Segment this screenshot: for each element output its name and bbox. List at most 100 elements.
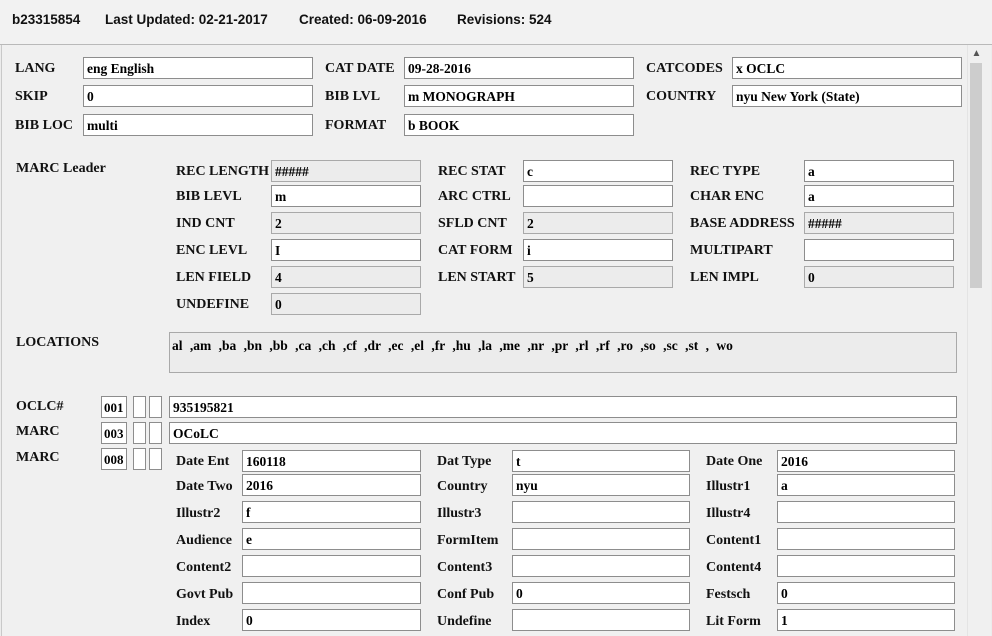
f008-festsch-field[interactable]: 0 <box>777 582 955 604</box>
enc-levl-field[interactable]: I <box>271 239 421 261</box>
record-id: b23315854 <box>12 12 81 27</box>
f008-content1-field[interactable] <box>777 528 955 550</box>
len-start-label: LEN START <box>438 270 516 285</box>
f008-date-ent-field[interactable]: 160118 <box>242 450 421 472</box>
f008-label-audience: Audience <box>176 533 232 548</box>
f008-illustr3-field[interactable] <box>512 501 690 523</box>
locations-list: al ,am ,ba ,bn ,bb ,ca ,ch ,cf ,dr ,ec ,… <box>169 332 957 373</box>
f008-label-conf-pub: Conf Pub <box>437 587 495 602</box>
cat-form-label: CAT FORM <box>438 243 513 258</box>
marc-field-003-value[interactable]: OCoLC <box>169 422 957 444</box>
multipart-label: MULTIPART <box>690 243 773 258</box>
bib-levl-field[interactable]: m <box>271 185 421 207</box>
ind-cnt-label: IND CNT <box>176 216 235 231</box>
f008-label-content2: Content2 <box>176 560 232 575</box>
bib-loc-field[interactable]: multi <box>83 114 313 136</box>
rec-length-field: ##### <box>271 160 421 182</box>
last-updated: Last Updated: 02-21-2017 <box>105 12 268 27</box>
bib-levl-label: BIB LEVL <box>176 189 242 204</box>
f008-label-lit-form: Lit Form <box>706 614 761 629</box>
f008-date-two-field[interactable]: 2016 <box>242 474 421 496</box>
sfld-cnt-label: SFLD CNT <box>438 216 507 231</box>
indicator-2[interactable] <box>149 396 162 418</box>
chevron-up-icon[interactable]: ▲ <box>968 47 985 61</box>
f008-dat-type-field[interactable]: t <box>512 450 690 472</box>
vertical-scrollbar[interactable]: ▲ <box>967 45 985 636</box>
len-impl-label: LEN IMPL <box>690 270 759 285</box>
arc-ctrl-label: ARC CTRL <box>438 189 511 204</box>
f008-undefine-field[interactable] <box>512 609 690 631</box>
rec-length-label: REC LENGTH <box>176 164 269 179</box>
created-date: Created: 06-09-2016 <box>299 12 427 27</box>
marc-tag-008[interactable]: 008 <box>101 448 127 470</box>
f008-illustr2-field[interactable]: f <box>242 501 421 523</box>
rec-type-label: REC TYPE <box>690 164 761 179</box>
undefine-label: UNDEFINE <box>176 297 250 312</box>
country-label: COUNTRY <box>646 89 717 104</box>
multipart-field[interactable] <box>804 239 954 261</box>
marc-field-label-003: MARC <box>16 424 60 439</box>
len-impl-field: 0 <box>804 266 954 288</box>
cat-date-field[interactable]: 09-28-2016 <box>404 57 634 79</box>
catcodes-label: CATCODES <box>646 61 723 76</box>
f008-label-country: Country <box>437 479 488 494</box>
skip-label: SKIP <box>15 89 48 104</box>
f008-content2-field[interactable] <box>242 555 421 577</box>
f008-illustr1-field[interactable]: a <box>777 474 955 496</box>
country-field[interactable]: nyu New York (State) <box>732 85 962 107</box>
f008-label-illustr1: Illustr1 <box>706 479 751 494</box>
skip-field[interactable]: 0 <box>83 85 313 107</box>
f008-conf-pub-field[interactable]: 0 <box>512 582 690 604</box>
bib-lvl-field[interactable]: m MONOGRAPH <box>404 85 634 107</box>
f008-label-illustr3: Illustr3 <box>437 506 482 521</box>
marc-field-label-008: MARC <box>16 450 60 465</box>
indicator-1[interactable] <box>133 448 146 470</box>
f008-audience-field[interactable]: e <box>242 528 421 550</box>
f008-govt-pub-field[interactable] <box>242 582 421 604</box>
sfld-cnt-field: 2 <box>523 212 673 234</box>
len-start-field: 5 <box>523 266 673 288</box>
len-field-field: 4 <box>271 266 421 288</box>
marc-tag-003[interactable]: 003 <box>101 422 127 444</box>
f008-content3-field[interactable] <box>512 555 690 577</box>
rec-stat-field[interactable]: c <box>523 160 673 182</box>
marc-field-001-value[interactable]: 935195821 <box>169 396 957 418</box>
indicator-2[interactable] <box>149 448 162 470</box>
f008-lit-form-field[interactable]: 1 <box>777 609 955 631</box>
f008-date-one-field[interactable]: 2016 <box>777 450 955 472</box>
f008-label-date-one: Date One <box>706 454 763 469</box>
f008-label-govt-pub: Govt Pub <box>176 587 234 602</box>
enc-levl-label: ENC LEVL <box>176 243 248 258</box>
char-enc-field[interactable]: a <box>804 185 954 207</box>
f008-label-date-ent: Date Ent <box>176 454 230 469</box>
bib-lvl-label: BIB LVL <box>325 89 381 104</box>
f008-label-date-two: Date Two <box>176 479 233 494</box>
marc-field-label-001: OCLC# <box>16 399 64 414</box>
arc-ctrl-field[interactable] <box>523 185 673 207</box>
char-enc-label: CHAR ENC <box>690 189 765 204</box>
indicator-2[interactable] <box>149 422 162 444</box>
f008-index-field[interactable]: 0 <box>242 609 421 631</box>
catcodes-field[interactable]: x OCLC <box>732 57 962 79</box>
f008-label-index: Index <box>176 614 211 629</box>
record-editor-panel: LANG eng English CAT DATE 09-28-2016 CAT… <box>1 45 991 636</box>
f008-content4-field[interactable] <box>777 555 955 577</box>
f008-illustr4-field[interactable] <box>777 501 955 523</box>
f008-label-illustr2: Illustr2 <box>176 506 221 521</box>
rec-type-field[interactable]: a <box>804 160 954 182</box>
indicator-1[interactable] <box>133 396 146 418</box>
cat-form-field[interactable]: i <box>523 239 673 261</box>
undefine-field: 0 <box>271 293 421 315</box>
f008-label-content1: Content1 <box>706 533 762 548</box>
bib-loc-label: BIB LOC <box>15 118 73 133</box>
f008-formitem-field[interactable] <box>512 528 690 550</box>
indicator-1[interactable] <box>133 422 146 444</box>
f008-label-content4: Content4 <box>706 560 762 575</box>
scrollbar-thumb[interactable] <box>970 63 982 288</box>
marc-tag-001[interactable]: 001 <box>101 396 127 418</box>
lang-field[interactable]: eng English <box>83 57 313 79</box>
f008-country-field[interactable]: nyu <box>512 474 690 496</box>
record-header: b23315854 Last Updated: 02-21-2017 Creat… <box>0 0 992 45</box>
format-field[interactable]: b BOOK <box>404 114 634 136</box>
f008-label-formitem: FormItem <box>437 533 499 548</box>
